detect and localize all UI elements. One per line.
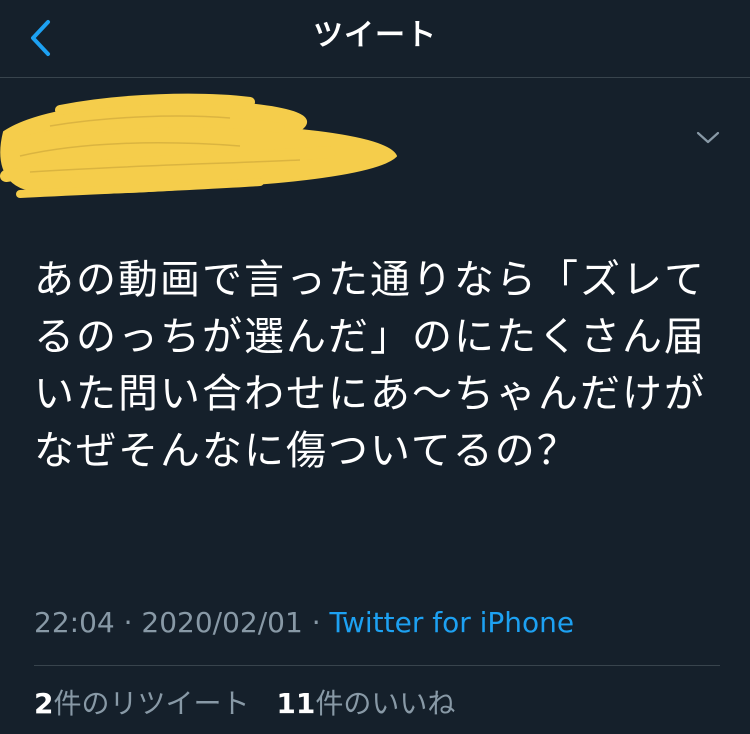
tweet-time: 22:04: [34, 606, 115, 639]
tweet-date: 2020/02/01: [141, 606, 303, 639]
tweet-source-link[interactable]: Twitter for iPhone: [330, 606, 575, 639]
chevron-down-icon: [696, 131, 720, 144]
more-options-button[interactable]: [690, 120, 726, 156]
like-count: 11: [276, 687, 316, 720]
page-title: ツイート: [313, 18, 437, 53]
likes-stat[interactable]: 11件のいいね: [276, 687, 455, 720]
tweet-meta: 22:04 · 2020/02/01 · Twitter for iPhone: [34, 603, 574, 643]
retweet-count: 2: [34, 687, 54, 720]
like-label: 件のいいね: [315, 687, 456, 720]
tweet-stats: 2件のリツイート 11件のいいね: [34, 684, 473, 724]
tweet-text: あの動画で言った通りなら「ズレてるのっちが選んだ」のにたくさん届いた問い合わせに…: [34, 257, 706, 474]
meta-separator: ·: [114, 606, 142, 639]
retweet-label: 件のリツイート: [53, 687, 250, 720]
divider: [34, 665, 720, 666]
meta-separator: ·: [302, 606, 330, 639]
redacted-author-scribble: [0, 93, 397, 198]
retweets-stat[interactable]: 2件のリツイート: [34, 687, 250, 720]
navigation-bar: ツイート: [0, 0, 750, 78]
